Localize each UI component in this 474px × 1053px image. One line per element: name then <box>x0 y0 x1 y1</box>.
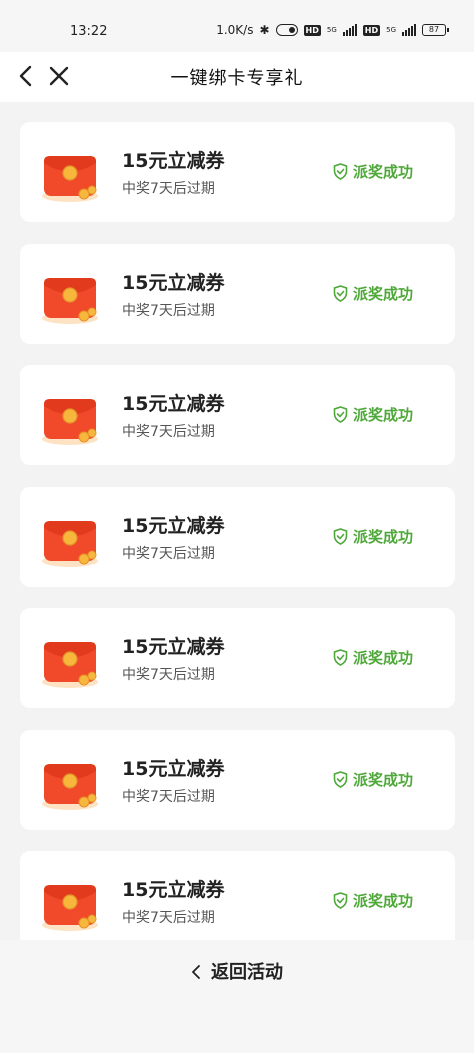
reward-status: 派奖成功 <box>333 890 413 911</box>
reward-card: 15元立减券 中奖7天后过期 派奖成功 <box>20 486 455 587</box>
reward-title: 15元立减券 <box>122 757 225 780</box>
reward-expiry: 中奖7天后过期 <box>122 788 215 805</box>
status-icons: 1.0K/s ✱ HD 5G HD 5G 87 <box>216 23 449 37</box>
reward-status-label: 派奖成功 <box>352 892 413 910</box>
red-envelope-icon <box>42 399 98 445</box>
red-envelope-icon <box>42 885 98 931</box>
reward-title: 15元立减券 <box>122 514 225 537</box>
bluetooth-icon: ✱ <box>259 23 270 37</box>
back-to-activity-button[interactable]: 返回活动 <box>0 958 474 984</box>
battery-icon: 87 <box>422 24 449 36</box>
reward-expiry: 中奖7天后过期 <box>122 667 215 683</box>
reward-title: 15元立减券 <box>122 271 225 294</box>
reward-status-label: 派奖成功 <box>352 406 413 424</box>
reward-status: 派奖成功 <box>333 404 413 425</box>
reward-card: 15元立减券 中奖7天后过期 派奖成功 <box>20 608 455 708</box>
reward-expiry: 中奖7天后过期 <box>122 181 215 197</box>
reward-expiry: 中奖7天后过期 <box>122 545 215 562</box>
reward-list[interactable]: 15元立减券 中奖7天后过期 派奖成功 15元立减券 中奖7天后过期 派奖成功 … <box>20 122 455 940</box>
reward-card: 15元立减券 中奖7天后过期 派奖成功 <box>20 365 455 465</box>
reward-status-label: 派奖成功 <box>352 649 413 667</box>
hd-icon-2: HD <box>362 24 381 36</box>
reward-status-label: 派奖成功 <box>352 770 413 789</box>
network-type-2: 5G <box>386 26 396 34</box>
status-time: 13:22 <box>70 24 108 39</box>
reward-title: 15元立减券 <box>122 879 225 901</box>
reward-status-label: 派奖成功 <box>352 284 413 303</box>
reward-status: 派奖成功 <box>333 647 413 668</box>
red-envelope-icon <box>42 520 98 567</box>
toggle-icon <box>275 24 298 36</box>
reward-expiry: 中奖7天后过期 <box>122 910 215 926</box>
hd-icon: HD <box>303 24 321 36</box>
shield-check-icon <box>333 892 348 909</box>
nav-bar: 一键绑卡专享礼 <box>0 52 474 102</box>
red-envelope-icon <box>42 642 98 688</box>
reward-title: 15元立减券 <box>122 636 225 658</box>
shield-check-icon <box>333 527 348 545</box>
shield-check-icon <box>333 406 348 423</box>
reward-status: 派奖成功 <box>333 161 413 182</box>
reward-status-label: 派奖成功 <box>352 527 413 546</box>
reward-card: 15元立减券 中奖7天后过期 派奖成功 <box>20 729 455 830</box>
reward-card: 15元立减券 中奖7天后过期 派奖成功 <box>20 243 455 344</box>
reward-status: 派奖成功 <box>333 769 413 790</box>
reward-title: 15元立减券 <box>122 393 225 415</box>
reward-status: 派奖成功 <box>333 283 413 304</box>
signal-icon-2 <box>402 24 416 36</box>
signal-icon <box>342 24 357 36</box>
footer: 返回活动 <box>0 940 474 1053</box>
page-title: 一键绑卡专享礼 <box>170 68 304 89</box>
reward-card: 15元立减券 中奖7天后过期 派奖成功 <box>20 851 455 940</box>
back-to-activity-label: 返回活动 <box>211 962 283 983</box>
net-speed: 1.0K/s <box>216 23 254 37</box>
reward-title: 15元立减券 <box>122 150 225 172</box>
red-envelope-icon <box>42 277 98 324</box>
red-envelope-icon <box>42 156 98 202</box>
reward-status-label: 派奖成功 <box>352 163 413 181</box>
red-envelope-icon <box>42 763 98 810</box>
reward-expiry: 中奖7天后过期 <box>122 302 215 319</box>
network-type-1: 5G <box>326 26 337 34</box>
shield-check-icon <box>333 163 348 180</box>
reward-card: 15元立减券 中奖7天后过期 派奖成功 <box>20 122 455 222</box>
shield-check-icon <box>333 284 348 302</box>
shield-check-icon <box>333 649 348 666</box>
shield-check-icon <box>333 770 348 788</box>
reward-status: 派奖成功 <box>333 526 413 547</box>
status-bar: 13:22 1.0K/s ✱ HD 5G HD 5G 87 <box>0 0 474 52</box>
chevron-left-icon <box>192 965 200 979</box>
reward-expiry: 中奖7天后过期 <box>122 424 215 440</box>
